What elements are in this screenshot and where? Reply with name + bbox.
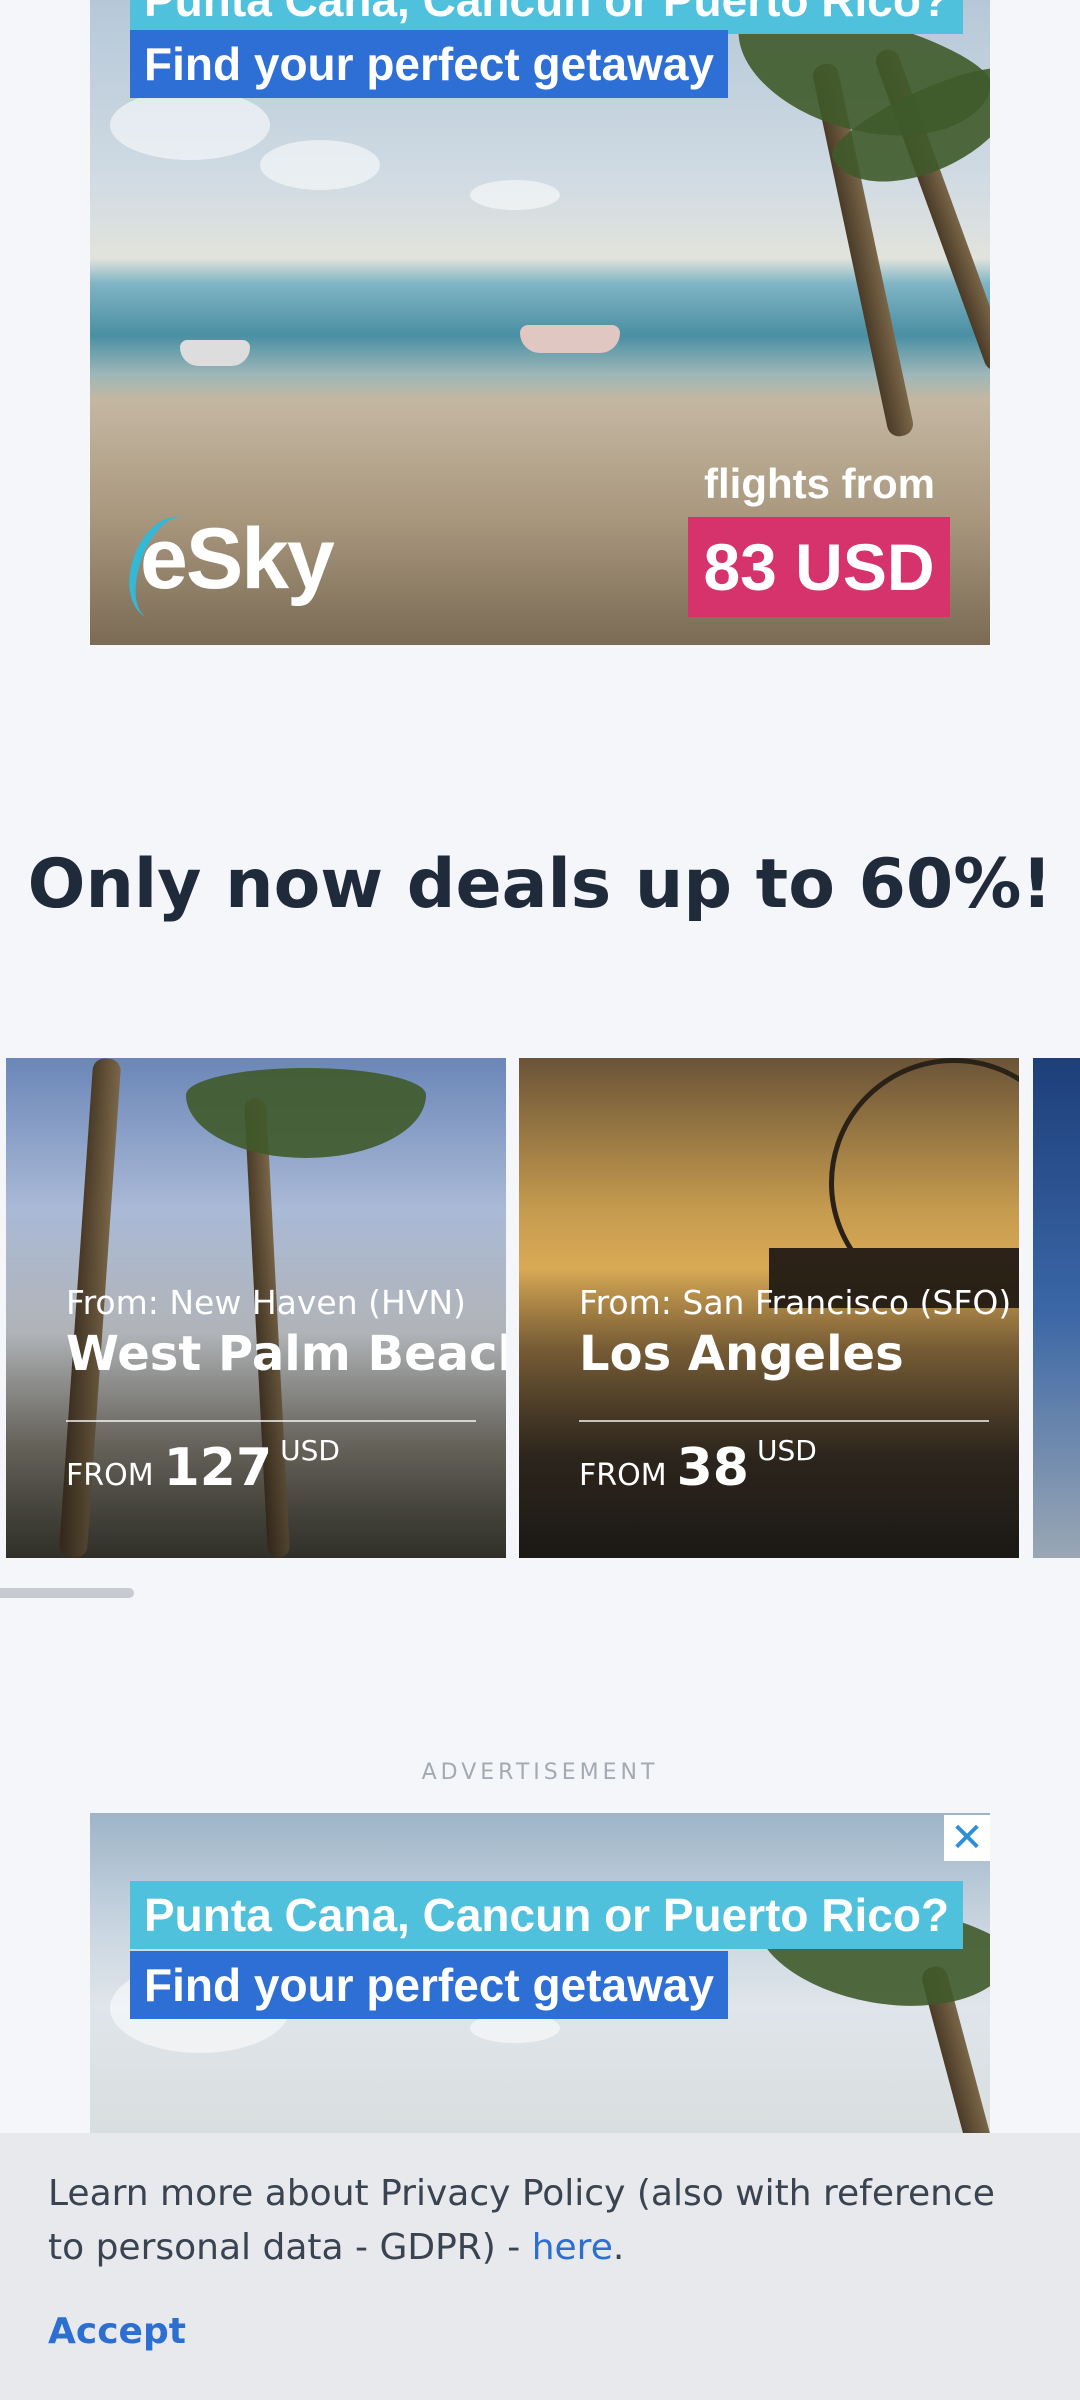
privacy-here-link[interactable]: here xyxy=(532,2227,613,2268)
price-currency: USD xyxy=(756,1434,817,1467)
ad-headline-line2: Find your perfect getaway xyxy=(130,1951,729,2019)
boat-shape xyxy=(520,325,620,353)
carousel-scroll-indicator[interactable] xyxy=(0,1588,134,1598)
accept-button[interactable]: Accept xyxy=(48,2311,186,2352)
origin-label: From: San Francisco (SFO) xyxy=(579,1283,1012,1322)
ad-price-badge: 83 USD xyxy=(688,517,950,617)
deal-card-west-palm-beach[interactable]: From: New Haven (HVN) West Palm Beach FR… xyxy=(6,1058,506,1558)
cloud-shape xyxy=(470,180,560,210)
price-from-label: FROM xyxy=(66,1458,154,1493)
ad-headline-line1: Punta Cana, Cancun or Puerto Rico? xyxy=(130,0,964,34)
price-amount: 38 xyxy=(676,1438,749,1498)
ad-flights-from-label: flights from xyxy=(704,460,935,507)
deal-card-los-angeles[interactable]: From: San Francisco (SFO) Los Angeles FR… xyxy=(519,1058,1019,1558)
privacy-banner: Learn more about Privacy Policy (also wi… xyxy=(0,2133,1080,2400)
cloud-shape xyxy=(110,90,270,160)
destination-name: West Palm Beach xyxy=(66,1326,506,1382)
bottom-ad-banner[interactable]: Punta Cana, Cancun or Puerto Rico? Find … xyxy=(90,1813,990,2133)
ad-headline-line1: Punta Cana, Cancun or Puerto Rico? xyxy=(130,1881,964,1949)
ad-headline-line2: Find your perfect getaway xyxy=(130,30,729,98)
privacy-text: Learn more about Privacy Policy (also wi… xyxy=(48,2167,1038,2275)
deal-card-partial[interactable] xyxy=(1033,1058,1080,1558)
close-ad-icon[interactable]: ✕ xyxy=(944,1815,990,1861)
card-divider xyxy=(66,1420,476,1422)
price-currency: USD xyxy=(280,1434,340,1467)
card-divider xyxy=(579,1420,989,1422)
esky-logo: eSky xyxy=(140,511,335,607)
privacy-period: . xyxy=(612,2227,625,2268)
advertisement-label: ADVERTISEMENT xyxy=(421,1760,659,1785)
cloud-shape xyxy=(260,140,380,190)
card-price: FROM 38 USD xyxy=(579,1434,817,1498)
destination-name: Los Angeles xyxy=(579,1326,904,1382)
price-amount: 127 xyxy=(163,1438,273,1498)
top-ad-banner[interactable]: Punta Cana, Cancun or Puerto Rico? Find … xyxy=(90,0,990,645)
boat-shape xyxy=(180,340,250,366)
privacy-message: Learn more about Privacy Policy (also wi… xyxy=(48,2173,995,2268)
origin-label: From: New Haven (HVN) xyxy=(66,1283,466,1322)
card-price: FROM 127 USD xyxy=(66,1434,340,1498)
price-from-label: FROM xyxy=(579,1458,667,1493)
deals-heading: Only now deals up to 60%! xyxy=(27,845,1053,924)
destination-image xyxy=(1033,1058,1080,1558)
